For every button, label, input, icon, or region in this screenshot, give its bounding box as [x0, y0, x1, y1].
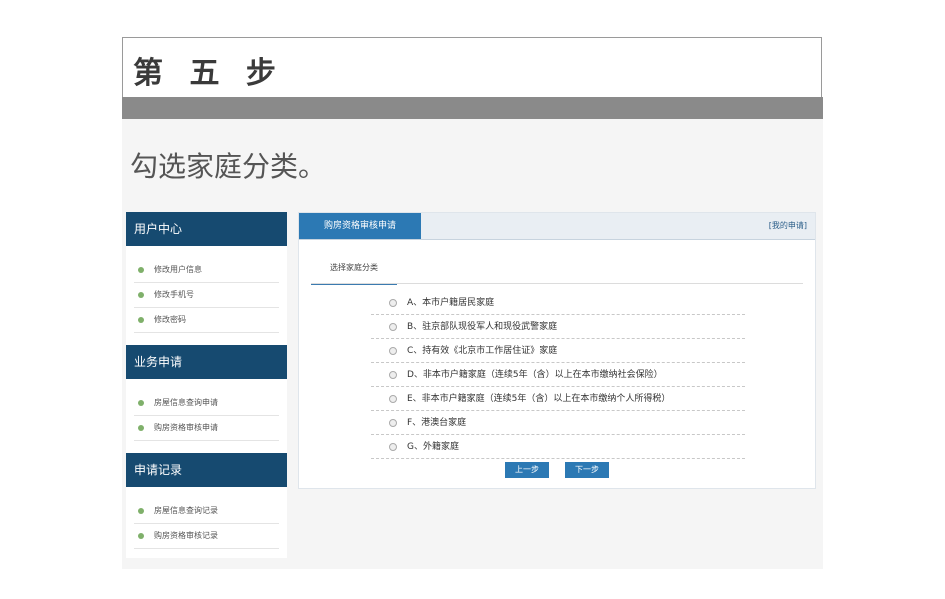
sidebar-item-edit-password[interactable]: 修改密码 — [134, 308, 279, 333]
sidebar-section-business-apply: 业务申请 — [126, 345, 287, 379]
subtab-divider — [311, 283, 803, 284]
radio-icon[interactable] — [389, 323, 397, 331]
step-title: 第 五 步 — [133, 56, 284, 91]
bullet-icon — [138, 400, 144, 406]
bullet-icon — [138, 267, 144, 273]
sidebar-item-house-info-query-apply[interactable]: 房屋信息查询申请 — [134, 391, 279, 416]
sidebar-section-apply-records: 申请记录 — [126, 453, 287, 487]
option-a[interactable]: A、本市户籍居民家庭 — [371, 292, 745, 315]
sidebar: 用户中心 修改用户信息 修改手机号 修改密码 业务申请 房屋信息查询申请 购房资… — [126, 212, 287, 558]
option-e[interactable]: E、非本市户籍家庭（连续5年（含）以上在本市缴纳个人所得税） — [371, 388, 745, 411]
bullet-icon — [138, 292, 144, 298]
subtab-select-family-category[interactable]: 选择家庭分类 — [311, 257, 397, 285]
radio-icon[interactable] — [389, 395, 397, 403]
bullet-icon — [138, 317, 144, 323]
sidebar-item-house-info-query-record[interactable]: 房屋信息查询记录 — [134, 499, 279, 524]
option-d[interactable]: D、非本市户籍家庭（连续5年（含）以上在本市缴纳社会保险） — [371, 364, 745, 387]
instruction-text: 勾选家庭分类。 — [130, 150, 327, 183]
sidebar-item-edit-phone[interactable]: 修改手机号 — [134, 283, 279, 308]
sidebar-item-purchase-qualification-record[interactable]: 购房资格审核记录 — [134, 524, 279, 549]
sidebar-section-user-center: 用户中心 — [126, 212, 287, 246]
bullet-icon — [138, 425, 144, 431]
sidebar-item-edit-user-info[interactable]: 修改用户信息 — [134, 258, 279, 283]
main-panel: 购房资格审核申请 [我的申请] 选择家庭分类 A、本市户籍居民家庭 B、驻京部队… — [298, 212, 816, 489]
bullet-icon — [138, 533, 144, 539]
family-category-options: A、本市户籍居民家庭 B、驻京部队现役军人和现役武警家庭 C、持有效《北京市工作… — [371, 292, 745, 460]
my-applications-link[interactable]: [我的申请] — [769, 213, 807, 239]
sidebar-item-purchase-qualification-apply[interactable]: 购房资格审核申请 — [134, 416, 279, 441]
radio-icon[interactable] — [389, 371, 397, 379]
bullet-icon — [138, 508, 144, 514]
step-title-box: 第 五 步 — [122, 37, 822, 97]
prev-step-button[interactable]: 上一步 — [505, 462, 549, 478]
option-c[interactable]: C、持有效《北京市工作居住证》家庭 — [371, 340, 745, 363]
radio-icon[interactable] — [389, 419, 397, 427]
tab-purchase-qualification[interactable]: 购房资格审核申请 — [299, 213, 421, 239]
option-f[interactable]: F、港澳台家庭 — [371, 412, 745, 435]
option-b[interactable]: B、驻京部队现役军人和现役武警家庭 — [371, 316, 745, 339]
radio-icon[interactable] — [389, 347, 397, 355]
next-step-button[interactable]: 下一步 — [565, 462, 609, 478]
radio-icon[interactable] — [389, 299, 397, 307]
panel-header: 购房资格审核申请 [我的申请] — [299, 213, 815, 240]
title-underbar — [122, 97, 823, 119]
radio-icon[interactable] — [389, 443, 397, 451]
option-g[interactable]: G、外籍家庭 — [371, 436, 745, 459]
